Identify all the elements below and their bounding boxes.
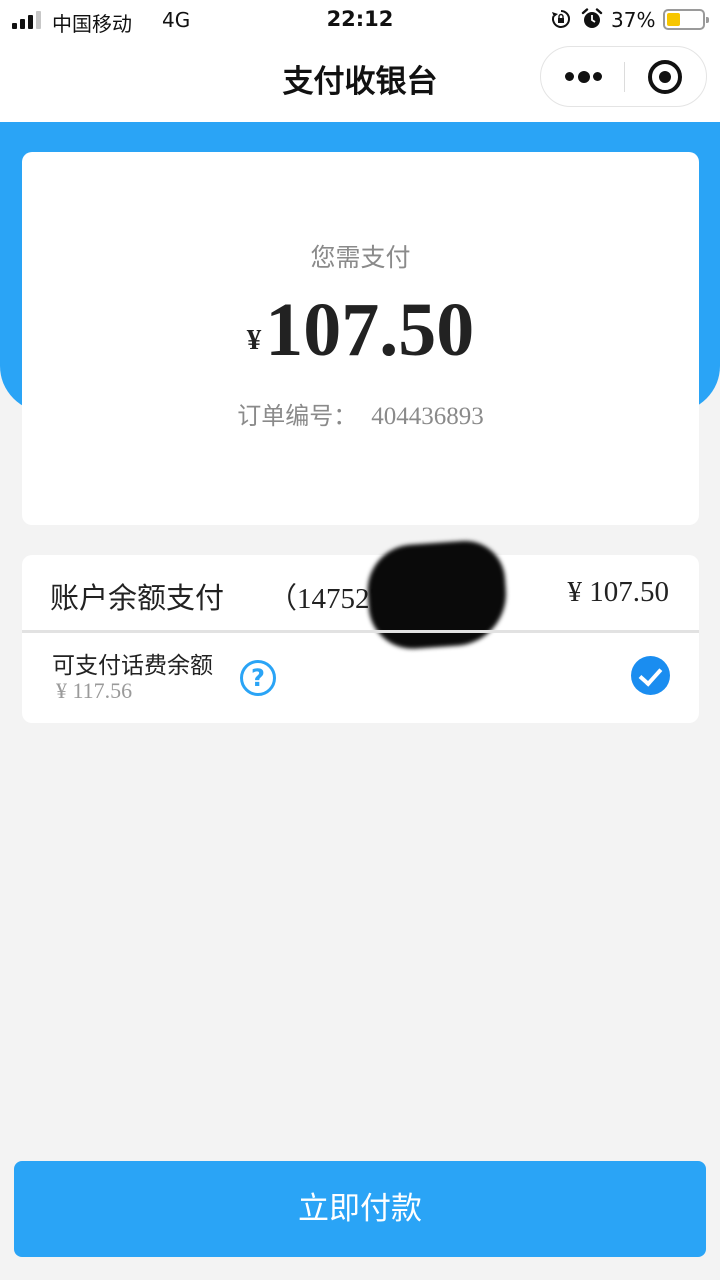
account-balance-amount: ¥ 107.50 xyxy=(567,576,670,608)
battery-icon xyxy=(663,9,709,30)
battery-level-fill xyxy=(667,13,680,26)
mini-program-capsule xyxy=(540,46,707,107)
nav-bar: 支付收银台 xyxy=(0,40,720,122)
close-target-icon[interactable] xyxy=(648,60,682,94)
help-icon[interactable]: ? xyxy=(240,660,276,696)
divider xyxy=(22,630,699,633)
order-label: 订单编号： xyxy=(237,402,358,430)
battery-percent: 37% xyxy=(611,8,656,32)
account-balance-label: 账户余额支付 xyxy=(50,581,225,615)
phone-balance-amount: ¥ 117.56 xyxy=(56,678,133,703)
checkmark-icon[interactable] xyxy=(631,656,670,695)
payment-method-card[interactable]: 账户余额支付 （147527） ¥ 107.50 可支付话费余额 ¥ 117.5… xyxy=(22,538,699,723)
amount-card: 您需支付 ¥107.50 订单编号： 404436893 xyxy=(22,152,699,525)
pay-now-button[interactable]: 立即付款 xyxy=(14,1161,706,1257)
rotation-lock-icon xyxy=(552,10,570,28)
order-number: 404436893 xyxy=(371,403,484,430)
more-dots-icon[interactable] xyxy=(565,71,603,83)
capsule-divider xyxy=(624,62,625,92)
currency-symbol: ¥ xyxy=(246,324,262,356)
status-bar: 中国移动 4G 22:12 37% xyxy=(0,0,720,40)
amount-row: ¥107.50 xyxy=(22,292,699,368)
amount-value: 107.50 xyxy=(265,288,475,372)
phone-balance-label: 可支付话费余额 xyxy=(52,653,213,679)
amount-label: 您需支付 xyxy=(310,243,411,272)
alarm-icon xyxy=(581,8,603,28)
order-row: 订单编号： 404436893 xyxy=(22,396,699,431)
redaction-scribble xyxy=(364,538,510,652)
